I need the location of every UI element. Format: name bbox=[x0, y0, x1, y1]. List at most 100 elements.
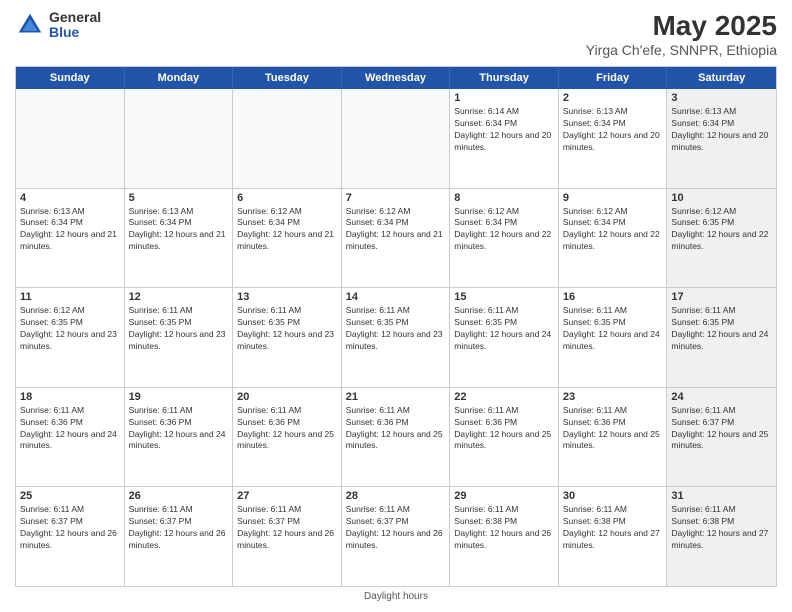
cell-info: Sunrise: 6:11 AM Sunset: 6:35 PM Dayligh… bbox=[129, 305, 229, 353]
calendar-row: 25 Sunrise: 6:11 AM Sunset: 6:37 PM Dayli… bbox=[16, 487, 776, 586]
calendar-body: 1Sunrise: 6:14 AM Sunset: 6:34 PM Daylig… bbox=[16, 89, 776, 586]
header: General Blue May 2025 Yirga Ch'efe, SNNP… bbox=[15, 10, 777, 58]
subtitle: Yirga Ch'efe, SNNPR, Ethiopia bbox=[586, 42, 777, 58]
day-number: 12 bbox=[129, 291, 229, 303]
day-number: 6 bbox=[237, 192, 337, 204]
day-number: 21 bbox=[346, 391, 446, 403]
calendar-cell bbox=[342, 89, 451, 188]
cell-info: Sunrise: 6:13 AM Sunset: 6:34 PM Dayligh… bbox=[129, 206, 229, 254]
cell-info: Sunrise: 6:13 AM Sunset: 6:34 PM Dayligh… bbox=[20, 206, 120, 254]
cell-info: Sunrise: 6:12 AM Sunset: 6:34 PM Dayligh… bbox=[454, 206, 554, 254]
calendar-header-day: Thursday bbox=[450, 67, 559, 89]
cell-info: Sunrise: 6:12 AM Sunset: 6:34 PM Dayligh… bbox=[237, 206, 337, 254]
calendar-row: 11Sunrise: 6:12 AM Sunset: 6:35 PM Dayli… bbox=[16, 288, 776, 388]
cell-info: Sunrise: 6:11 AM Sunset: 6:36 PM Dayligh… bbox=[20, 405, 120, 453]
day-number: 24 bbox=[671, 391, 772, 403]
cell-info: Sunrise: 6:11 AM Sunset: 6:36 PM Dayligh… bbox=[129, 405, 229, 453]
calendar-cell: 15 Sunrise: 6:11 AM Sunset: 6:35 PM Dayli… bbox=[450, 288, 559, 387]
calendar-header-day: Tuesday bbox=[233, 67, 342, 89]
cell-info: Sunrise: 6:11 AM Sunset: 6:35 PM Dayligh… bbox=[563, 305, 663, 353]
cell-info: Sunrise: 6:12 AM Sunset: 6:34 PM Dayligh… bbox=[563, 206, 663, 254]
cell-info: Sunrise: 6:11 AM Sunset: 6:36 PM Dayligh… bbox=[563, 405, 663, 453]
cell-info: Sunrise: 6:11 AM Sunset: 6:35 PM Dayligh… bbox=[346, 305, 446, 353]
main-title: May 2025 bbox=[586, 10, 777, 42]
calendar-cell: 21Sunrise: 6:11 AM Sunset: 6:36 PM Dayli… bbox=[342, 388, 451, 487]
calendar-cell: 4 Sunrise: 6:13 AM Sunset: 6:34 PM Daylig… bbox=[16, 189, 125, 288]
calendar-cell: 26Sunrise: 6:11 AM Sunset: 6:37 PM Dayli… bbox=[125, 487, 234, 586]
calendar-cell: 30Sunrise: 6:11 AM Sunset: 6:38 PM Dayli… bbox=[559, 487, 668, 586]
calendar-cell: 3 Sunrise: 6:13 AM Sunset: 6:34 PM Daylig… bbox=[667, 89, 776, 188]
cell-info: Sunrise: 6:14 AM Sunset: 6:34 PM Dayligh… bbox=[454, 106, 554, 154]
page: General Blue May 2025 Yirga Ch'efe, SNNP… bbox=[0, 0, 792, 612]
calendar-cell bbox=[16, 89, 125, 188]
cell-info: Sunrise: 6:11 AM Sunset: 6:37 PM Dayligh… bbox=[20, 504, 120, 552]
cell-info: Sunrise: 6:11 AM Sunset: 6:38 PM Dayligh… bbox=[454, 504, 554, 552]
day-number: 11 bbox=[20, 291, 120, 303]
day-number: 25 bbox=[20, 490, 120, 502]
cell-info: Sunrise: 6:13 AM Sunset: 6:34 PM Dayligh… bbox=[563, 106, 663, 154]
calendar-cell: 25 Sunrise: 6:11 AM Sunset: 6:37 PM Dayli… bbox=[16, 487, 125, 586]
footer-text: Daylight hours bbox=[364, 591, 428, 602]
calendar-cell: 12 Sunrise: 6:11 AM Sunset: 6:35 PM Dayli… bbox=[125, 288, 234, 387]
calendar-cell: 2 Sunrise: 6:13 AM Sunset: 6:34 PM Daylig… bbox=[559, 89, 668, 188]
calendar-cell: 14 Sunrise: 6:11 AM Sunset: 6:35 PM Dayli… bbox=[342, 288, 451, 387]
cell-info: Sunrise: 6:11 AM Sunset: 6:35 PM Dayligh… bbox=[454, 305, 554, 353]
cell-info: Sunrise: 6:11 AM Sunset: 6:36 PM Dayligh… bbox=[237, 405, 337, 453]
calendar-cell: 20Sunrise: 6:11 AM Sunset: 6:36 PM Dayli… bbox=[233, 388, 342, 487]
cell-info: Sunrise: 6:13 AM Sunset: 6:34 PM Dayligh… bbox=[671, 106, 772, 154]
calendar-header: SundayMondayTuesdayWednesdayThursdayFrid… bbox=[16, 67, 776, 89]
calendar-cell: 29 Sunrise: 6:11 AM Sunset: 6:38 PM Dayli… bbox=[450, 487, 559, 586]
cell-info: Sunrise: 6:11 AM Sunset: 6:37 PM Dayligh… bbox=[237, 504, 337, 552]
calendar-cell: 16 Sunrise: 6:11 AM Sunset: 6:35 PM Dayli… bbox=[559, 288, 668, 387]
day-number: 10 bbox=[671, 192, 772, 204]
calendar-cell: 23 Sunrise: 6:11 AM Sunset: 6:36 PM Dayli… bbox=[559, 388, 668, 487]
calendar-cell: 9Sunrise: 6:12 AM Sunset: 6:34 PM Daylig… bbox=[559, 189, 668, 288]
calendar-row: 4 Sunrise: 6:13 AM Sunset: 6:34 PM Daylig… bbox=[16, 189, 776, 289]
calendar-row: 1Sunrise: 6:14 AM Sunset: 6:34 PM Daylig… bbox=[16, 89, 776, 189]
day-number: 17 bbox=[671, 291, 772, 303]
calendar-cell: 19Sunrise: 6:11 AM Sunset: 6:36 PM Dayli… bbox=[125, 388, 234, 487]
day-number: 2 bbox=[563, 92, 663, 104]
calendar-header-day: Friday bbox=[559, 67, 668, 89]
day-number: 15 bbox=[454, 291, 554, 303]
day-number: 13 bbox=[237, 291, 337, 303]
cell-info: Sunrise: 6:11 AM Sunset: 6:38 PM Dayligh… bbox=[563, 504, 663, 552]
calendar-header-day: Sunday bbox=[16, 67, 125, 89]
cell-info: Sunrise: 6:11 AM Sunset: 6:37 PM Dayligh… bbox=[671, 405, 772, 453]
cell-info: Sunrise: 6:12 AM Sunset: 6:35 PM Dayligh… bbox=[671, 206, 772, 254]
day-number: 14 bbox=[346, 291, 446, 303]
calendar: SundayMondayTuesdayWednesdayThursdayFrid… bbox=[15, 66, 777, 587]
calendar-cell: 31 Sunrise: 6:11 AM Sunset: 6:38 PM Dayli… bbox=[667, 487, 776, 586]
cell-info: Sunrise: 6:11 AM Sunset: 6:37 PM Dayligh… bbox=[346, 504, 446, 552]
calendar-cell: 7 Sunrise: 6:12 AM Sunset: 6:34 PM Daylig… bbox=[342, 189, 451, 288]
calendar-cell: 10 Sunrise: 6:12 AM Sunset: 6:35 PM Dayli… bbox=[667, 189, 776, 288]
calendar-cell: 22Sunrise: 6:11 AM Sunset: 6:36 PM Dayli… bbox=[450, 388, 559, 487]
logo-text: General Blue bbox=[49, 10, 101, 41]
day-number: 27 bbox=[237, 490, 337, 502]
day-number: 29 bbox=[454, 490, 554, 502]
calendar-cell: 13 Sunrise: 6:11 AM Sunset: 6:35 PM Dayli… bbox=[233, 288, 342, 387]
day-number: 23 bbox=[563, 391, 663, 403]
cell-info: Sunrise: 6:11 AM Sunset: 6:35 PM Dayligh… bbox=[671, 305, 772, 353]
calendar-header-day: Saturday bbox=[667, 67, 776, 89]
calendar-cell: 1Sunrise: 6:14 AM Sunset: 6:34 PM Daylig… bbox=[450, 89, 559, 188]
day-number: 4 bbox=[20, 192, 120, 204]
day-number: 16 bbox=[563, 291, 663, 303]
cell-info: Sunrise: 6:11 AM Sunset: 6:38 PM Dayligh… bbox=[671, 504, 772, 552]
logo-icon bbox=[15, 10, 45, 40]
logo: General Blue bbox=[15, 10, 101, 41]
cell-info: Sunrise: 6:12 AM Sunset: 6:34 PM Dayligh… bbox=[346, 206, 446, 254]
day-number: 7 bbox=[346, 192, 446, 204]
day-number: 22 bbox=[454, 391, 554, 403]
footer: Daylight hours bbox=[15, 591, 777, 602]
calendar-cell: 17 Sunrise: 6:11 AM Sunset: 6:35 PM Dayli… bbox=[667, 288, 776, 387]
calendar-cell: 27 Sunrise: 6:11 AM Sunset: 6:37 PM Dayli… bbox=[233, 487, 342, 586]
day-number: 28 bbox=[346, 490, 446, 502]
day-number: 31 bbox=[671, 490, 772, 502]
day-number: 18 bbox=[20, 391, 120, 403]
cell-info: Sunrise: 6:11 AM Sunset: 6:35 PM Dayligh… bbox=[237, 305, 337, 353]
cell-info: Sunrise: 6:11 AM Sunset: 6:37 PM Dayligh… bbox=[129, 504, 229, 552]
calendar-cell: 8Sunrise: 6:12 AM Sunset: 6:34 PM Daylig… bbox=[450, 189, 559, 288]
day-number: 3 bbox=[671, 92, 772, 104]
title-block: May 2025 Yirga Ch'efe, SNNPR, Ethiopia bbox=[586, 10, 777, 58]
